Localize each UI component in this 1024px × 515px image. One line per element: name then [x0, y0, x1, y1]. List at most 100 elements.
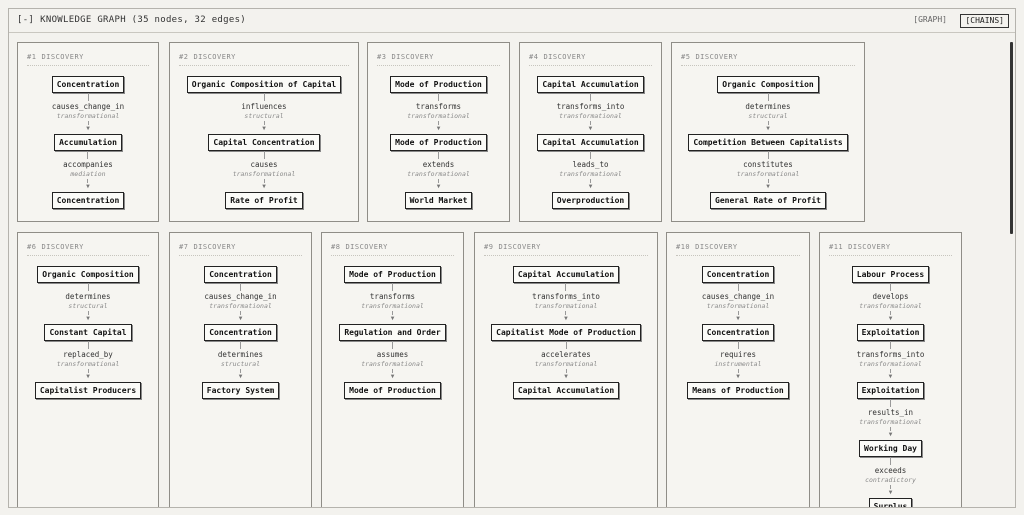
graph-node[interactable]: Concentration: [701, 266, 775, 283]
chain-card-header: #11 DISCOVERY: [829, 243, 952, 256]
graph-node[interactable]: Surplus: [868, 498, 913, 507]
graph-view-button[interactable]: [GRAPH]: [909, 14, 951, 28]
graph-edge: transforms transformational ▼: [361, 283, 424, 324]
scrollbar[interactable]: [1007, 34, 1015, 507]
graph-node[interactable]: Capitalist Producers: [34, 382, 142, 399]
edge-line: [565, 341, 567, 349]
edge-type: structural: [244, 112, 284, 120]
edge-type: transformational: [859, 418, 922, 426]
graph-node[interactable]: Regulation and Order: [339, 324, 446, 341]
graph-node[interactable]: Exploitation: [856, 324, 925, 341]
edge-relation: replaced_by: [63, 350, 113, 359]
graph-edge: accompanies mediation ▼: [63, 151, 113, 192]
panel-title: [-] KNOWLEDGE GRAPH (35 nodes, 32 edges): [17, 15, 246, 25]
graph-node[interactable]: Organic Composition: [37, 266, 139, 283]
chain-card[interactable]: #6 DISCOVERY Organic Composition determines…: [17, 232, 159, 507]
graph-node[interactable]: Concentration: [51, 192, 125, 209]
edge-type: transformational: [559, 112, 622, 120]
chain-card[interactable]: #3 DISCOVERY Mode of Production transforms t…: [367, 42, 510, 222]
edge-relation: assumes: [376, 350, 409, 359]
edge-line: [890, 457, 891, 465]
graph-node[interactable]: Working Day: [859, 440, 922, 457]
graph-node[interactable]: Exploitation: [856, 382, 925, 399]
graph-node[interactable]: General Rate of Profit: [710, 192, 826, 209]
graph-node[interactable]: Concentration: [204, 324, 277, 341]
chain-card[interactable]: #2 DISCOVERY Organic Composition of Capita…: [169, 42, 359, 222]
chain-number: #3: [377, 53, 387, 61]
graph-node[interactable]: Capital Accumulation: [512, 382, 620, 399]
graph-node[interactable]: Mode of Production: [344, 266, 441, 283]
graph-node[interactable]: Capital Accumulation: [537, 134, 644, 151]
edge-type: contradictory: [865, 476, 916, 484]
chain-card[interactable]: #10 DISCOVERY Concentration causes_change_i…: [666, 232, 810, 507]
chain-card[interactable]: #11 DISCOVERY Labour Process develops transf…: [819, 232, 962, 507]
graph-node[interactable]: World Market: [404, 192, 473, 209]
graph-node[interactable]: Mode of Production: [390, 76, 487, 93]
chain-number: #5: [681, 53, 691, 61]
chain-flow: Labour Process develops transformational ▼ E…: [820, 266, 961, 507]
edge-type: transformational: [859, 302, 922, 310]
graph-node[interactable]: Overproduction: [551, 192, 630, 209]
arrow-down-icon: ▼: [262, 183, 266, 190]
graph-node[interactable]: Means of Production: [687, 382, 789, 399]
edge-line: [890, 283, 891, 291]
graph-edge: influences structural ▼: [241, 93, 287, 134]
graph-node[interactable]: Capital Accumulation: [512, 266, 620, 283]
chain-number: #8: [331, 243, 341, 251]
edge-line: [263, 151, 265, 159]
graph-edge: causes_change_in transformational ▼: [204, 283, 277, 324]
graph-node[interactable]: Labour Process: [851, 266, 930, 283]
chain-card-header: #6 DISCOVERY: [27, 243, 149, 256]
edge-relation: accompanies: [63, 160, 113, 169]
panel-title-text: KNOWLEDGE GRAPH (35 nodes, 32 edges): [40, 15, 247, 25]
chain-card[interactable]: #4 DISCOVERY Capital Accumulation transform…: [519, 42, 662, 222]
graph-node[interactable]: Rate of Profit: [225, 192, 303, 209]
graph-node[interactable]: Organic Composition: [717, 76, 819, 93]
graph-node[interactable]: Concentration: [701, 324, 775, 341]
chain-flow: Capital Accumulation transforms_into trans…: [475, 266, 657, 399]
graph-node[interactable]: Organic Composition of Capital: [186, 76, 342, 93]
edge-line: [87, 151, 89, 159]
graph-node[interactable]: Factory System: [201, 382, 280, 399]
arrow-down-icon: ▼: [564, 315, 568, 322]
graph-node[interactable]: Concentration: [51, 76, 125, 93]
edge-line: [590, 151, 591, 159]
chains-content[interactable]: #1 DISCOVERY Concentration causes_change_in…: [9, 34, 1015, 507]
graph-node[interactable]: Mode of Production: [390, 134, 487, 151]
graph-node[interactable]: Competition Between Capitalists: [688, 134, 848, 151]
graph-node[interactable]: Capital Concentration: [208, 134, 320, 151]
chain-card[interactable]: #5 DISCOVERY Organic Composition determines…: [671, 42, 865, 222]
arrow-down-icon: ▼: [888, 373, 893, 380]
arrow-down-icon: ▼: [736, 373, 740, 380]
graph-node[interactable]: Capital Accumulation: [537, 76, 644, 93]
arrow-down-icon: ▼: [390, 373, 395, 380]
chain-card[interactable]: #7 DISCOVERY Concentration causes_change_in…: [169, 232, 312, 507]
arrow-down-icon: ▼: [262, 125, 266, 132]
edge-type: transformational: [534, 302, 598, 310]
edge-type: transformational: [859, 360, 922, 368]
edge-type: transformational: [706, 302, 770, 310]
graph-node[interactable]: Accumulation: [54, 134, 122, 151]
chain-card[interactable]: #1 DISCOVERY Concentration causes_change_in…: [17, 42, 159, 222]
chain-card[interactable]: #9 DISCOVERY Capital Accumulation transform…: [474, 232, 658, 507]
graph-edge: transforms_into transformational ▼: [557, 93, 624, 134]
scrollbar-thumb[interactable]: [1010, 42, 1013, 234]
graph-node[interactable]: Concentration: [204, 266, 277, 283]
chain-flow: Concentration causes_change_in transformat…: [18, 76, 158, 209]
graph-node[interactable]: Constant Capital: [44, 324, 132, 341]
edge-relation: results_in: [867, 408, 914, 417]
graph-node[interactable]: Capitalist Mode of Production: [491, 324, 641, 341]
edge-relation: leads_to: [572, 160, 609, 169]
edge-relation: constitutes: [743, 160, 793, 169]
collapse-toggle[interactable]: [-]: [17, 15, 34, 25]
edge-type: instrumental: [714, 360, 762, 368]
edge-relation: influences: [241, 102, 287, 111]
graph-node[interactable]: Mode of Production: [344, 382, 441, 399]
arrow-down-icon: ▼: [436, 125, 441, 132]
chain-card[interactable]: #8 DISCOVERY Mode of Production transforms t…: [321, 232, 464, 507]
chains-view-button[interactable]: [CHAINS]: [960, 14, 1009, 28]
edge-relation: causes: [250, 160, 278, 169]
arrow-down-icon: ▼: [238, 373, 243, 380]
chain-tag: DISCOVERY: [41, 243, 84, 251]
edge-line: [87, 283, 89, 291]
